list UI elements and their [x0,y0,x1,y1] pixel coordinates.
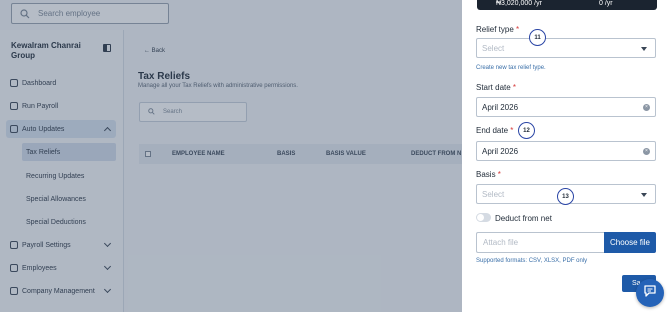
end-date-input[interactable]: April 2026 × [476,141,656,161]
banner-left-value: ₦3,020,000 /yr [496,0,542,7]
supported-formats-note: Supported formats: CSV, XLSX, PDF only [476,258,588,264]
required-mark: * [510,126,514,135]
relief-type-select[interactable]: Select [476,38,656,58]
salary-banner: ₦3,020,000 /yr 0 /yr [477,0,657,10]
step-badge: 13 [557,188,574,205]
start-date-label: Start date * [476,83,516,92]
attach-file-placeholder: Attach file [483,238,519,247]
end-date-label: End date * [476,126,513,135]
start-date-input[interactable]: April 2026 × [476,97,656,117]
end-date-value: April 2026 [482,146,519,156]
start-date-value: April 2026 [482,102,519,112]
chat-bubble-icon [643,284,657,303]
basis-placeholder: Select [482,189,505,199]
required-mark: * [497,170,501,179]
step-badge: 12 [518,122,535,139]
start-date-label-text: Start date [476,83,511,92]
banner-right-value: 0 /yr [599,0,613,7]
caret-down-icon [641,193,647,197]
end-date-label-text: End date [476,126,509,135]
caret-down-icon [641,47,647,51]
relief-type-placeholder: Select [482,43,505,53]
step-badge: 11 [529,29,546,46]
deduct-from-net-label: Deduct from net [495,214,552,223]
clear-icon[interactable]: × [643,148,650,155]
basis-label-text: Basis [476,170,496,179]
clear-icon[interactable]: × [643,104,650,111]
relief-type-label-text: Relief type [476,25,514,34]
attach-file-input[interactable]: Attach file [476,232,604,253]
choose-file-button[interactable]: Choose file [604,232,656,253]
required-mark: * [516,25,520,34]
deduct-from-net-toggle[interactable] [476,213,491,222]
chat-support-button[interactable] [636,279,664,307]
basis-label: Basis * [476,170,501,179]
relief-type-label: Relief type * [476,25,519,34]
create-relief-type-link[interactable]: Create new tax relief type. [476,65,546,71]
required-mark: * [512,83,517,92]
